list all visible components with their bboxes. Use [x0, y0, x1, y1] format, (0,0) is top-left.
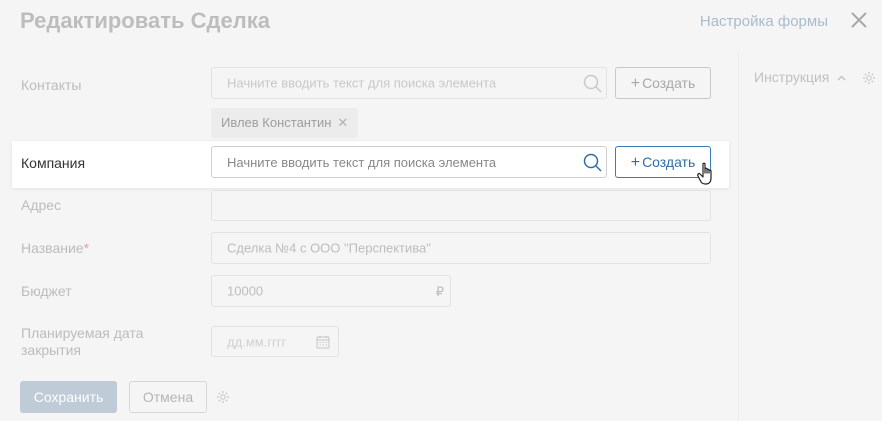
calendar-icon[interactable] — [316, 335, 330, 349]
contacts-create-button[interactable]: + Создать — [615, 67, 711, 99]
save-button[interactable]: Сохранить — [20, 381, 117, 413]
hand-cursor-icon — [697, 162, 712, 185]
budget-value: 10000 — [227, 283, 264, 299]
close-date-input[interactable]: дд.мм.гггг — [211, 326, 339, 357]
search-icon[interactable] — [583, 153, 603, 173]
instruction-toggle[interactable]: Инструкция — [754, 69, 846, 85]
company-label: Компания — [21, 155, 86, 171]
cancel-button[interactable]: Отмена — [129, 381, 207, 413]
page-title: Редактировать Сделка — [20, 8, 270, 33]
address-input[interactable] — [211, 190, 711, 221]
company-row: Компания Начните вводить текст для поиск… — [12, 141, 729, 188]
currency-symbol: ₽ — [435, 284, 444, 299]
form-header: Редактировать Сделка Настройка формы — [0, 0, 882, 44]
close-date-label-line1: Планируемая дата — [21, 325, 144, 341]
contact-chip: Ивлев Константин ✕ — [211, 108, 359, 138]
search-icon[interactable] — [583, 74, 603, 94]
contact-chip-label: Ивлев Константин — [221, 115, 332, 130]
address-label: Адрес — [21, 197, 62, 213]
budget-input[interactable]: 10000 ₽ — [211, 275, 451, 307]
instruction-label: Инструкция — [754, 69, 830, 85]
contacts-label: Контакты — [21, 77, 82, 93]
close-date-label-line2: закрытия — [21, 342, 81, 358]
budget-label: Бюджет — [21, 283, 72, 299]
side-panel — [738, 52, 882, 421]
instruction-gear-icon[interactable] — [862, 71, 876, 85]
chip-remove-icon[interactable]: ✕ — [337, 115, 348, 130]
contacts-search-input[interactable]: Начните вводить текст для поиска элемент… — [211, 67, 607, 99]
name-value: Сделка №4 с ООО "Перспектива" — [227, 240, 431, 256]
close-date-label: Планируемая дата закрытия — [21, 325, 143, 359]
contacts-search-placeholder: Начните вводить текст для поиска элемент… — [227, 75, 497, 91]
close-date-placeholder: дд.мм.гггг — [227, 334, 287, 349]
close-icon[interactable] — [850, 11, 868, 29]
form-settings-link[interactable]: Настройка формы — [700, 13, 828, 30]
name-label-text: Название — [21, 240, 84, 256]
contacts-create-label: Создать — [642, 75, 696, 91]
company-search-placeholder: Начните вводить текст для поиска элемент… — [227, 155, 497, 170]
gear-icon[interactable] — [216, 390, 230, 404]
name-input[interactable]: Сделка №4 с ООО "Перспектива" — [211, 232, 711, 264]
name-label: Название* — [21, 240, 89, 256]
company-create-label: Создать — [642, 154, 696, 170]
company-search-input[interactable]: Начните вводить текст для поиска элемент… — [211, 146, 607, 178]
required-mark: * — [83, 240, 90, 256]
chevron-up-icon — [837, 75, 846, 81]
